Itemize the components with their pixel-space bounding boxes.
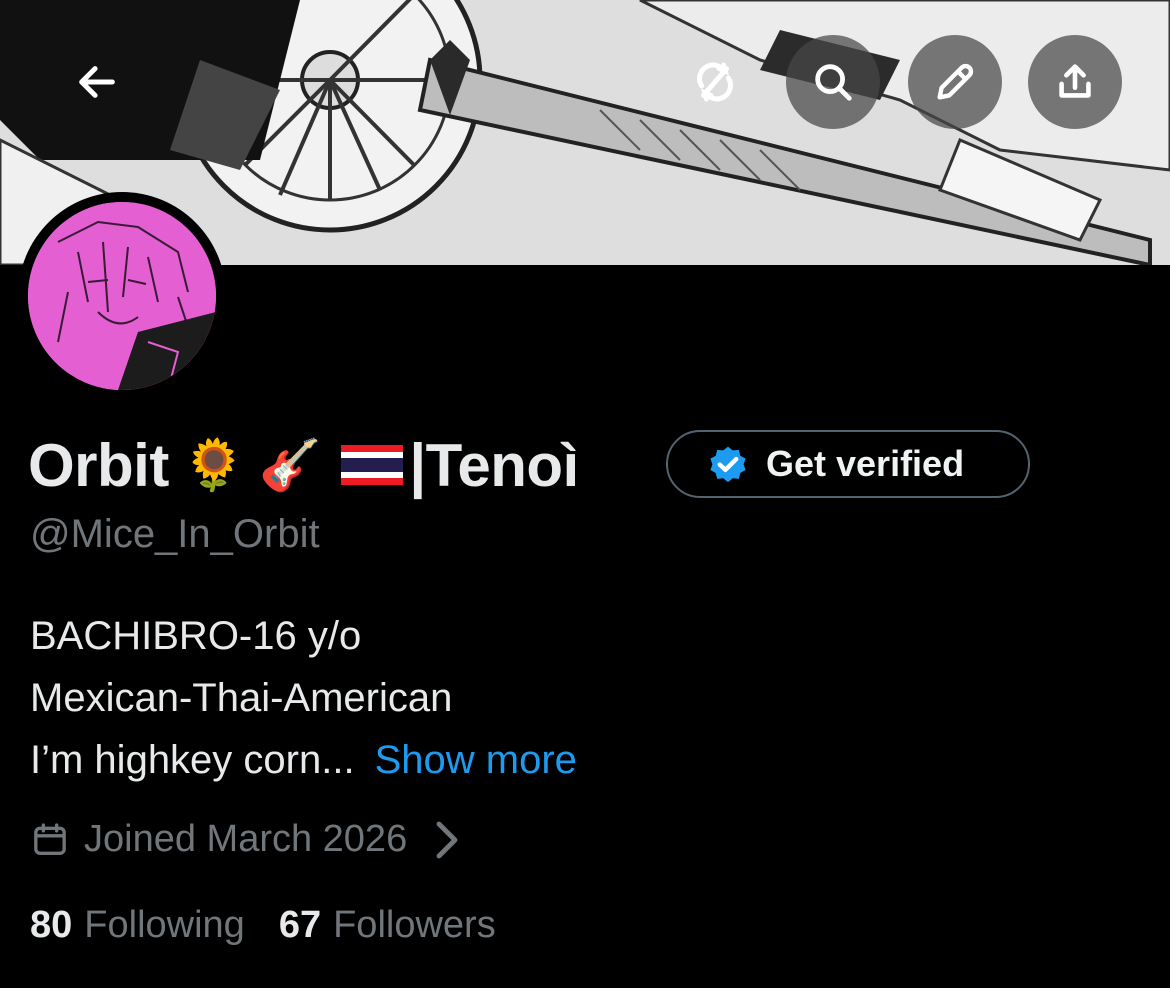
guitar-emoji: 🎸 — [259, 435, 322, 494]
followers-count: 67 — [278, 904, 322, 946]
calendar-icon — [34, 822, 66, 855]
chevron-right-icon — [436, 821, 458, 858]
share-icon — [1059, 64, 1091, 98]
profile-handle: @Mice_In_Orbit — [30, 512, 320, 556]
following-label: Following — [84, 904, 245, 946]
display-name-suffix: |Tenoì — [409, 431, 579, 499]
joined-date: Joined March 2026 — [84, 818, 408, 860]
followers-label: Followers — [333, 904, 496, 946]
get-verified-label: Get verified — [766, 443, 965, 484]
sunflower-emoji: 🌻 — [182, 435, 246, 494]
sync-icon — [697, 62, 733, 102]
arrow-left-icon — [79, 66, 115, 98]
joined-date-row[interactable]: Joined March 2026 — [30, 818, 481, 861]
sync-button[interactable] — [668, 35, 762, 129]
following-count: 80 — [30, 904, 73, 946]
avatar[interactable] — [18, 192, 226, 400]
search-icon — [815, 64, 852, 101]
thailand-flag-icon — [341, 445, 404, 485]
following-link[interactable]: 80 Following — [30, 904, 245, 947]
get-verified-button[interactable]: Get verified — [666, 430, 1030, 498]
follow-stats: 80 Following 67 Followers — [30, 904, 496, 947]
bio-line-with-more: I’m highkey corn... Show more — [30, 738, 577, 783]
followers-link[interactable]: 67 Followers — [279, 904, 496, 947]
pencil-icon — [937, 63, 974, 100]
edit-button[interactable] — [908, 35, 1002, 129]
bio-line: BACHIBRO-16 y/o — [30, 614, 362, 658]
display-name-row: Orbit 🌻 🎸 |Tenoì — [28, 425, 579, 505]
show-more-link[interactable]: Show more — [375, 738, 577, 782]
bio-line: I’m highkey corn... — [30, 738, 355, 782]
back-button[interactable] — [50, 35, 144, 129]
avatar-image — [28, 202, 216, 390]
verified-badge-icon — [710, 446, 746, 483]
display-name: Orbit — [28, 431, 169, 499]
bio-line: Mexican-Thai-American — [30, 676, 453, 720]
search-button[interactable] — [786, 35, 880, 129]
share-button[interactable] — [1028, 35, 1122, 129]
